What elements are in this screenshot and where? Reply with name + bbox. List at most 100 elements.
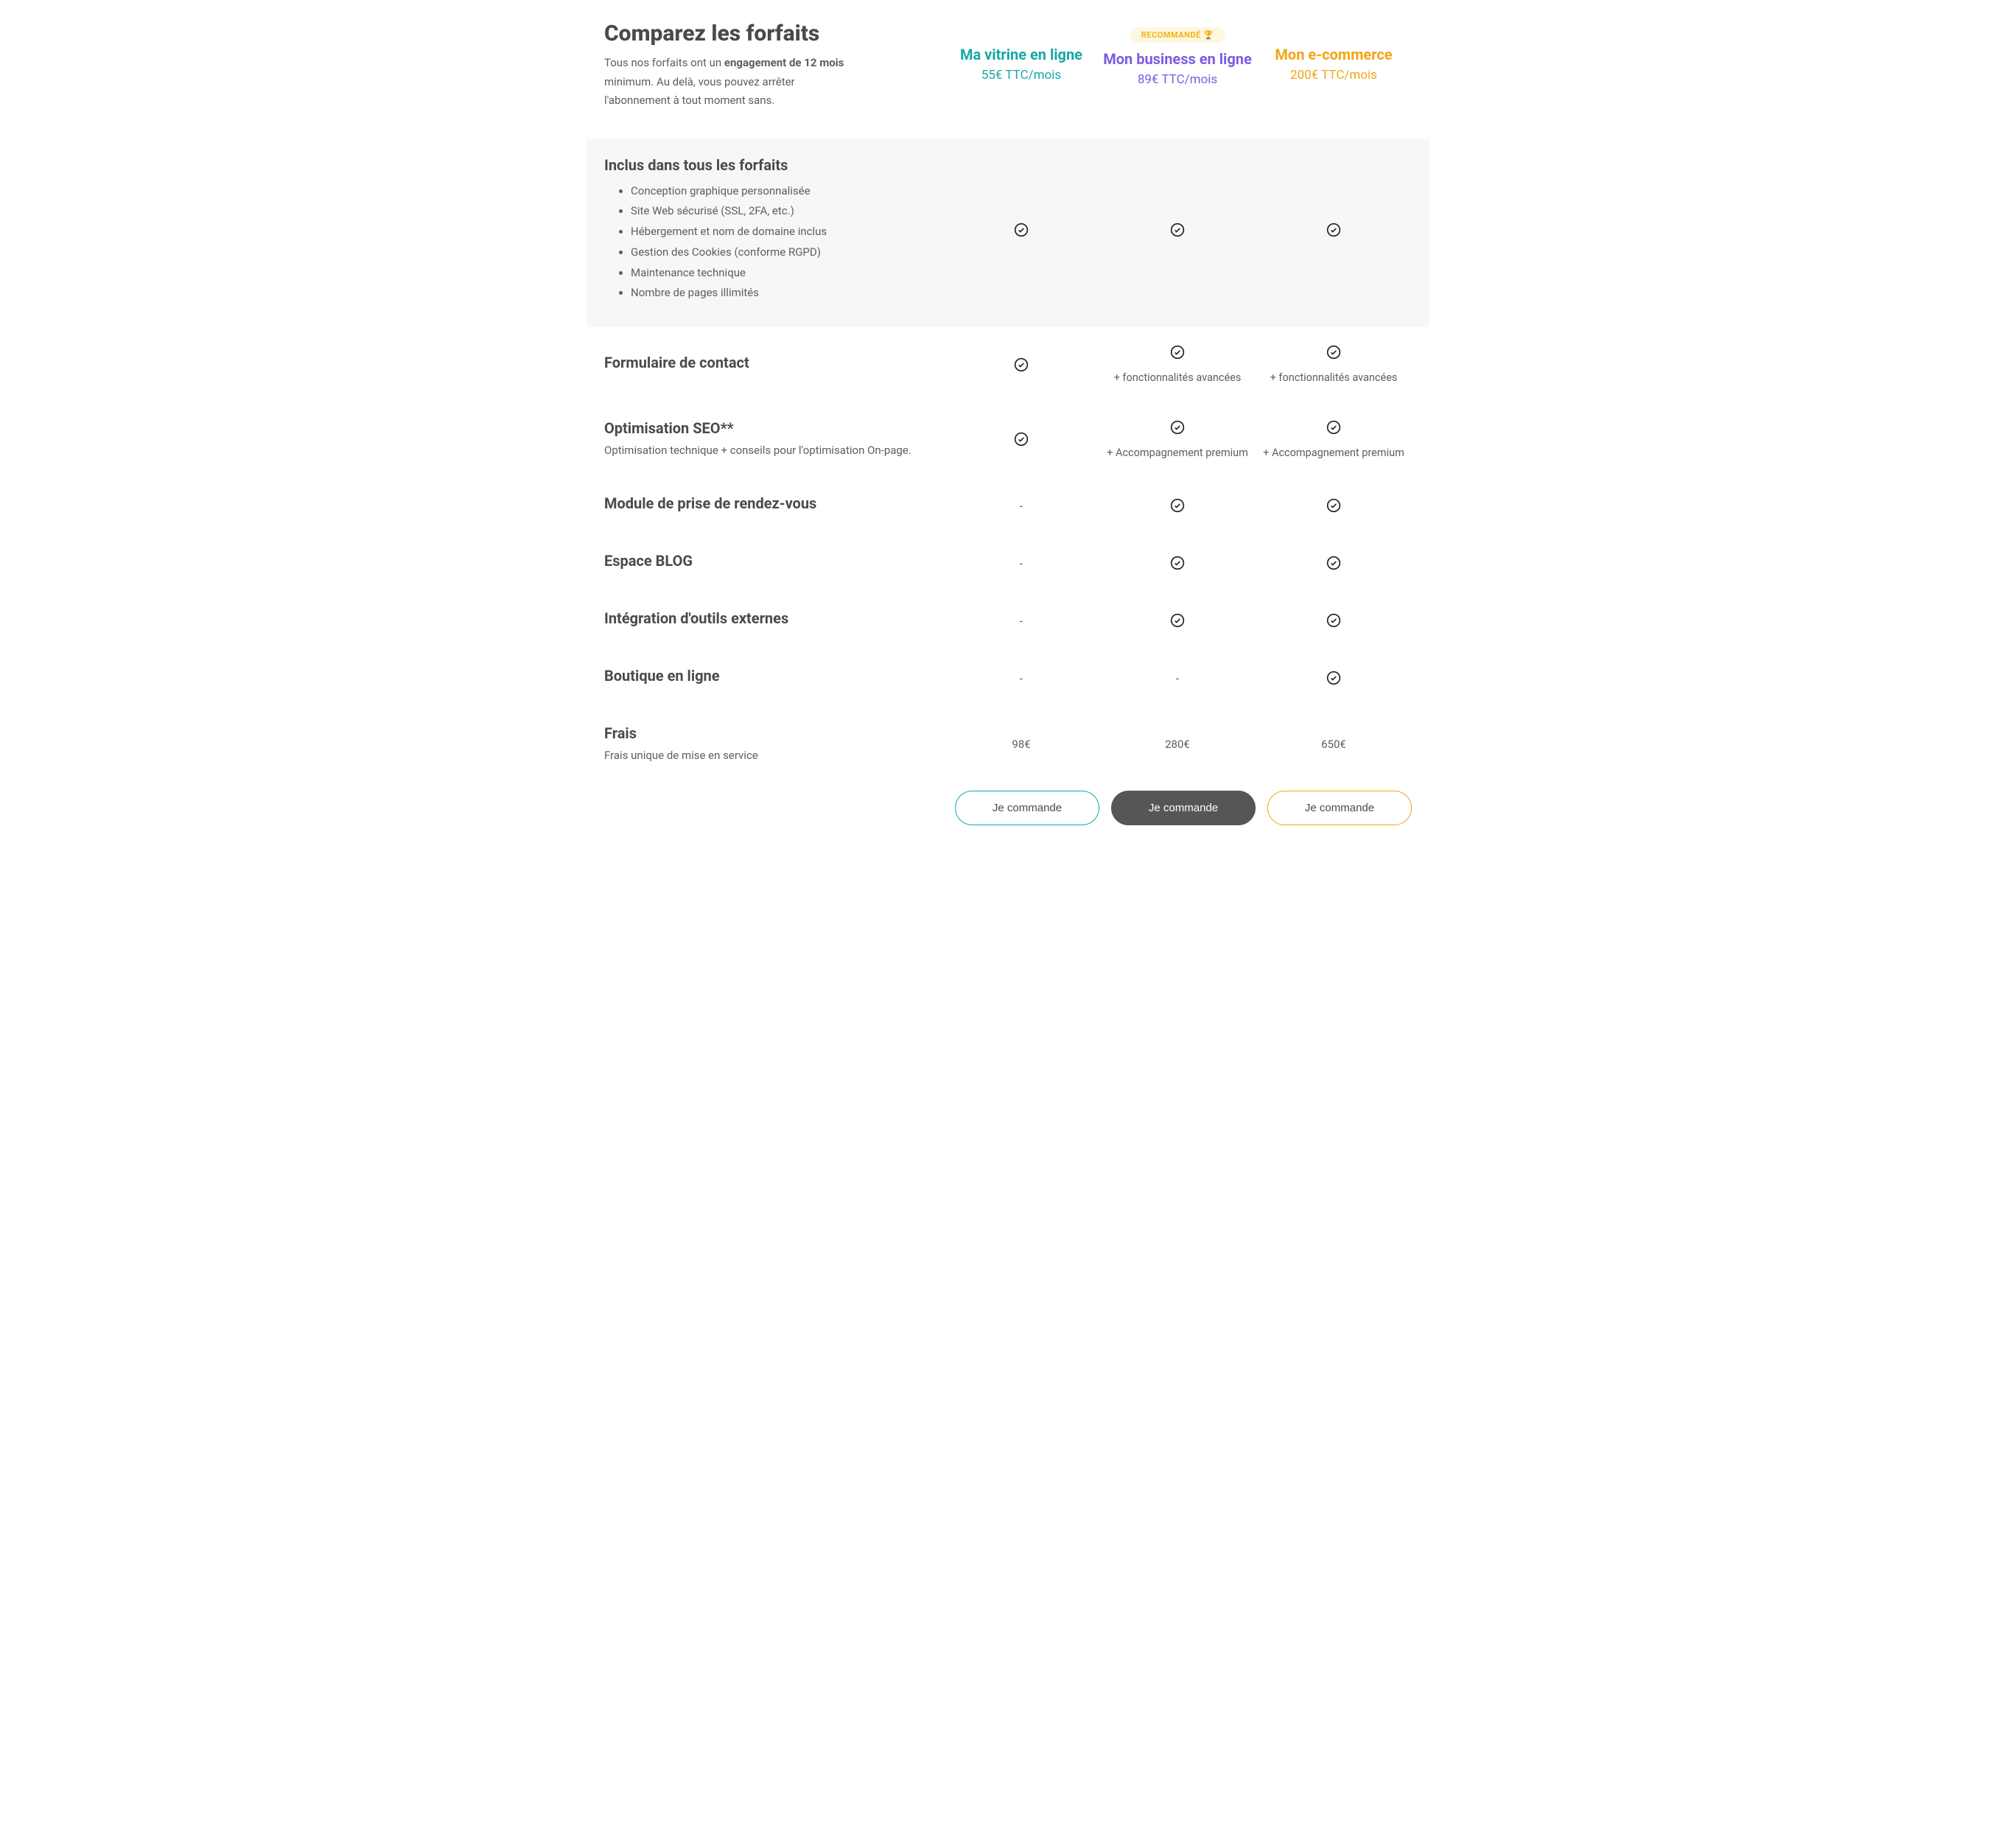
check-icon	[1014, 432, 1029, 447]
plan-price: 55€ TTC/mois	[943, 68, 1099, 83]
feature-title: Module de prise de rendez-vous	[604, 494, 943, 512]
cell: -	[1099, 671, 1256, 685]
feature-label: Espace BLOG	[604, 552, 943, 574]
cta-row: Je commande Je commande Je commande	[587, 782, 1429, 852]
check-icon	[1326, 613, 1341, 628]
cell	[1256, 613, 1412, 628]
check-icon	[1014, 357, 1029, 372]
cell	[1256, 498, 1412, 513]
check-icon	[1326, 556, 1341, 570]
cell: + Accompagnement premium	[1256, 420, 1412, 459]
plan-name: Mon business en ligne	[1099, 50, 1256, 68]
list-item: Gestion des Cookies (conforme RGPD)	[631, 242, 943, 263]
pricing-header: Comparez les forfaits Tous nos forfaits …	[587, 0, 1429, 139]
list-item: Nombre de pages illimités	[631, 283, 943, 304]
cell: 650€	[1256, 738, 1412, 751]
plan-name: Ma vitrine en ligne	[943, 46, 1099, 63]
cell	[943, 223, 1099, 237]
cell: + fonctionnalités avancées	[1099, 345, 1256, 384]
feature-label: Module de prise de rendez-vous	[604, 494, 943, 517]
list-item: Maintenance technique	[631, 263, 943, 284]
list-item: Hébergement et nom de domaine inclus	[631, 222, 943, 242]
dash-icon: -	[1020, 671, 1023, 685]
cell	[1099, 223, 1256, 237]
feature-label: Boutique en ligne	[604, 667, 943, 689]
check-icon	[1170, 223, 1185, 237]
fees-subtitle: Frais unique de mise en service	[604, 746, 943, 764]
cell	[1256, 223, 1412, 237]
cell	[1099, 613, 1256, 628]
cell: -	[943, 614, 1099, 628]
plan-price: 200€ TTC/mois	[1256, 68, 1412, 83]
cell: + fonctionnalités avancées	[1256, 345, 1412, 384]
order-button-vitrine[interactable]: Je commande	[955, 791, 1099, 825]
cell: + Accompagnement premium	[1099, 420, 1256, 459]
check-icon	[1326, 498, 1341, 513]
plan-head-vitrine: Ma vitrine en ligne 55€ TTC/mois	[943, 21, 1099, 83]
feature-subtitle: Optimisation technique + conseils pour l…	[604, 441, 943, 459]
feature-label: Formulaire de contact	[604, 354, 943, 376]
cell-extra: + Accompagnement premium	[1256, 447, 1412, 459]
feature-row: Espace BLOG -	[587, 534, 1429, 592]
check-icon	[1170, 613, 1185, 628]
check-icon	[1170, 556, 1185, 570]
feature-row: Intégration d'outils externes -	[587, 592, 1429, 649]
feature-row: Module de prise de rendez-vous -	[587, 477, 1429, 534]
recommended-badge: RECOMMANDÉ 🏆	[1130, 27, 1225, 43]
order-button-ecommerce[interactable]: Je commande	[1267, 791, 1412, 825]
cell	[1099, 498, 1256, 513]
check-icon	[1170, 345, 1185, 360]
cell: 280€	[1099, 738, 1256, 751]
cell-extra: + Accompagnement premium	[1099, 447, 1256, 459]
included-label: Inclus dans tous les forfaits Conception…	[604, 156, 943, 304]
plan-name: Mon e-commerce	[1256, 46, 1412, 63]
intro-block: Comparez les forfaits Tous nos forfaits …	[604, 21, 943, 111]
dash-icon: -	[1020, 499, 1023, 513]
included-title: Inclus dans tous les forfaits	[604, 156, 943, 174]
row-included: Inclus dans tous les forfaits Conception…	[587, 139, 1429, 328]
cell: -	[943, 556, 1099, 570]
feature-title: Optimisation SEO**	[604, 419, 943, 437]
cell	[943, 432, 1099, 447]
cell-extra: + fonctionnalités avancées	[1256, 371, 1412, 384]
check-icon	[1170, 420, 1185, 435]
order-button-business[interactable]: Je commande	[1111, 791, 1256, 825]
page-title: Comparez les forfaits	[604, 21, 943, 46]
list-item: Site Web sécurisé (SSL, 2FA, etc.)	[631, 201, 943, 222]
cell	[943, 357, 1099, 372]
feature-title: Formulaire de contact	[604, 354, 943, 371]
feature-title: Boutique en ligne	[604, 667, 943, 685]
cell	[1099, 556, 1256, 570]
list-item: Conception graphique personnalisée	[631, 181, 943, 202]
feature-title: Espace BLOG	[604, 552, 943, 570]
cell	[1256, 556, 1412, 570]
check-icon	[1014, 223, 1029, 237]
fees-title: Frais	[604, 724, 943, 742]
check-icon	[1326, 671, 1341, 685]
included-list: Conception graphique personnalisée Site …	[604, 181, 943, 304]
fees-label: Frais Frais unique de mise en service	[604, 724, 943, 764]
cell: -	[943, 671, 1099, 685]
feature-row: Optimisation SEO** Optimisation technique…	[587, 402, 1429, 477]
cell	[1256, 671, 1412, 685]
row-fees: Frais Frais unique de mise en service 98…	[587, 707, 1429, 782]
check-icon	[1326, 345, 1341, 360]
feature-row: Boutique en ligne - -	[587, 649, 1429, 707]
check-icon	[1170, 498, 1185, 513]
check-icon	[1326, 223, 1341, 237]
check-icon	[1326, 420, 1341, 435]
dash-icon: -	[1020, 614, 1023, 628]
feature-row: Formulaire de contact + fonctionnalités a…	[587, 327, 1429, 402]
cell: 98€	[943, 738, 1099, 751]
dash-icon: -	[1176, 671, 1179, 685]
plan-head-ecommerce: Mon e-commerce 200€ TTC/mois	[1256, 21, 1412, 83]
feature-label: Intégration d'outils externes	[604, 609, 943, 631]
feature-label: Optimisation SEO** Optimisation technique…	[604, 419, 943, 459]
feature-title: Intégration d'outils externes	[604, 609, 943, 627]
plan-price: 89€ TTC/mois	[1099, 72, 1256, 87]
plan-head-business: RECOMMANDÉ 🏆 Mon business en ligne 89€ T…	[1099, 21, 1256, 87]
dash-icon: -	[1020, 556, 1023, 570]
intro-desc: Tous nos forfaits ont un engagement de 1…	[604, 54, 855, 111]
cell-extra: + fonctionnalités avancées	[1099, 371, 1256, 384]
cell: -	[943, 499, 1099, 513]
